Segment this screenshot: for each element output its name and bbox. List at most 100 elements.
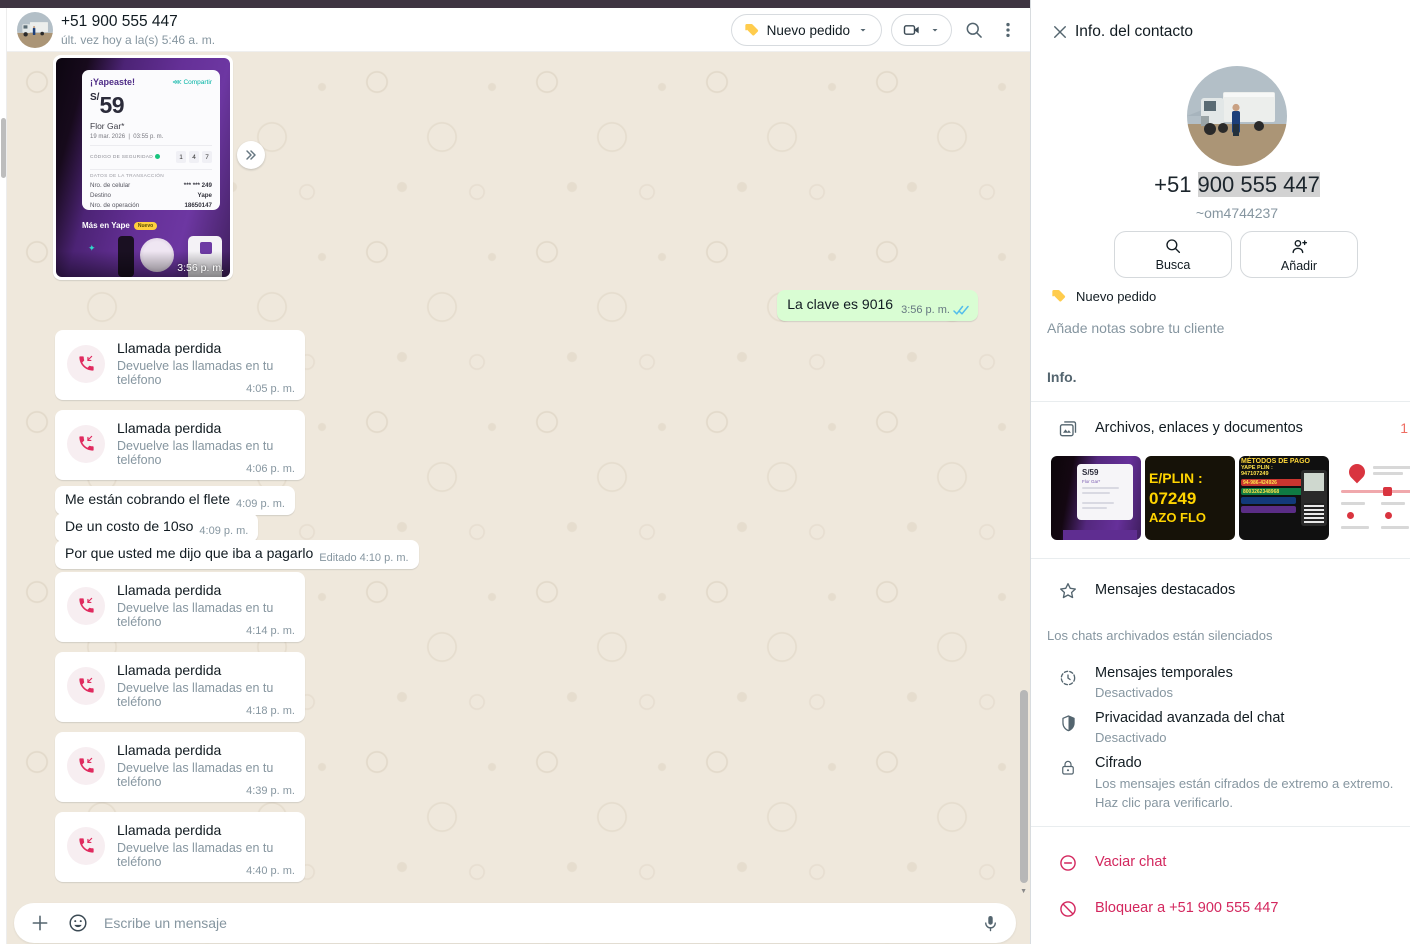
receipt-share-link: ⋘ Compartir <box>172 78 212 86</box>
receipt-datetime: 19 mar. 2026 | 03:55 p. m. <box>90 134 212 146</box>
message-text: Por que usted me dijo que iba a pagarlo <box>65 545 313 561</box>
outgoing-message[interactable]: La clave es 9016 3:56 p. m. <box>777 290 978 321</box>
incoming-message[interactable]: Por que usted me dijo que iba a pagarlo E… <box>55 540 419 569</box>
order-label-text: Nuevo pedido <box>767 23 850 38</box>
chat-message-list[interactable]: ¡Yapeaste! ⋘ Compartir S/59 Flor Gar* 19… <box>7 52 1030 944</box>
missed-call-title: Llamada perdida <box>117 340 293 356</box>
minus-circle-icon <box>1057 852 1079 874</box>
search-chat-button[interactable]: Busca <box>1114 231 1232 278</box>
lock-icon <box>1057 757 1079 779</box>
receipt-security-digits: 1 4 7 <box>176 151 212 163</box>
chat-header[interactable]: +51 900 555 447 últ. vez hoy a la(s) 5:4… <box>7 8 1030 52</box>
missed-call-message[interactable]: Llamada perdida Devuelve las llamadas en… <box>55 410 305 480</box>
chat-list-scrollbar-track[interactable] <box>0 8 7 944</box>
message-text: La clave es 9016 <box>787 296 893 312</box>
search-icon[interactable] <box>962 18 986 42</box>
message-timestamp: 4:09 p. m. <box>236 498 285 510</box>
image-message[interactable]: ¡Yapeaste! ⋘ Compartir S/59 Flor Gar* 19… <box>53 55 233 280</box>
message-timestamp: 4:06 p. m. <box>246 463 295 475</box>
video-camera-icon <box>902 20 922 40</box>
yape-receipt-photo: ¡Yapeaste! ⋘ Compartir S/59 Flor Gar* 19… <box>56 58 230 277</box>
missed-call-icon <box>67 667 105 705</box>
clear-chat-row[interactable]: Vaciar chat <box>1031 852 1410 880</box>
encryption-row[interactable]: Cifrado Los mensajes están cifrados de e… <box>1031 753 1410 817</box>
message-timestamp: 4:18 p. m. <box>246 705 295 717</box>
receipt-payee: Flor Gar* <box>90 121 212 131</box>
starred-messages-row[interactable]: Mensajes destacados <box>1031 580 1410 606</box>
timer-icon <box>1057 667 1079 689</box>
receipt-security-label: CÓDIGO DE SEGURIDAD <box>90 154 160 160</box>
receipt-transaction-label: DATOS DE LA TRANSACCIÓN <box>90 169 212 179</box>
emoji-icon[interactable] <box>66 911 90 935</box>
last-seen-status: últ. vez hoy a la(s) 5:46 a. m. <box>61 33 215 47</box>
message-timestamp: 4:05 p. m. <box>246 383 295 395</box>
label-tag-icon <box>744 22 760 38</box>
incoming-message[interactable]: De un costo de 10so 4:09 p. m. <box>55 513 258 542</box>
media-thumbnails: S/59 Flor Gar* E/PLIN : 07249 AZO FLO MÉ… <box>1051 456 1410 540</box>
contact-phone-number[interactable]: +51 900 555 447 <box>1047 172 1410 198</box>
star-icon <box>1057 580 1079 602</box>
message-timestamp: Editado 4:10 p. m. <box>319 552 408 564</box>
media-links-docs-row[interactable]: Archivos, enlaces y documentos 1 <box>1031 418 1410 448</box>
shield-icon <box>1057 712 1079 734</box>
panel-title: Info. del contacto <box>1075 23 1193 41</box>
attach-plus-icon[interactable] <box>28 911 52 935</box>
add-contact-button[interactable]: Añadir <box>1240 231 1358 278</box>
archived-muted-note: Los chats archivados están silenciados <box>1047 628 1272 643</box>
read-receipt-icon <box>953 305 969 316</box>
order-label-dropdown[interactable]: Nuevo pedido <box>731 14 882 46</box>
message-timestamp: 4:39 p. m. <box>246 785 295 797</box>
forward-button[interactable] <box>237 141 265 169</box>
receipt-row: Nro. de celular*** *** 249 <box>90 182 212 189</box>
chat-title[interactable]: +51 900 555 447 <box>61 13 178 31</box>
message-timestamp: 3:56 p. m. <box>901 304 950 316</box>
receipt-row: DestinoYape <box>90 192 212 199</box>
missed-call-message[interactable]: Llamada perdida Devuelve las llamadas en… <box>55 652 305 722</box>
chat-list-scrollbar-thumb[interactable] <box>1 118 6 178</box>
menu-kebab-icon[interactable] <box>996 18 1020 42</box>
block-icon <box>1057 898 1079 920</box>
close-icon[interactable] <box>1049 21 1071 43</box>
chat-scrollbar-thumb[interactable] <box>1020 690 1028 883</box>
chat-area: +51 900 555 447 últ. vez hoy a la(s) 5:4… <box>7 8 1030 944</box>
contact-info-panel: Info. del contacto +51 900 555 447 ~om47… <box>1030 0 1410 944</box>
scroll-down-arrow[interactable]: ▼ <box>1020 888 1027 895</box>
receipt-title: ¡Yapeaste! <box>90 77 135 87</box>
disappearing-messages-row[interactable]: Mensajes temporales Desactivados <box>1031 663 1410 705</box>
message-text: De un costo de 10so <box>65 518 193 534</box>
incoming-message[interactable]: Me están cobrando el flete 4:09 p. m. <box>55 486 295 515</box>
missed-call-icon <box>67 747 105 785</box>
missed-call-icon <box>67 827 105 865</box>
selected-text: 900 555 447 <box>1198 172 1320 197</box>
media-thumbnail-plin[interactable]: E/PLIN : 07249 AZO FLO <box>1145 456 1235 540</box>
message-timestamp: 4:09 p. m. <box>199 525 248 537</box>
message-text: Me están cobrando el flete <box>65 491 230 507</box>
info-section-label: Info. <box>1047 369 1077 385</box>
contact-avatar-large[interactable] <box>1187 66 1287 166</box>
order-label-chip[interactable]: Nuevo pedido <box>1051 288 1156 304</box>
receipt-amount: 59 <box>99 92 124 118</box>
missed-call-icon <box>67 425 105 463</box>
contact-push-name: ~om4744237 <box>1047 205 1410 221</box>
receipt-row: Nro. de operación18650147 <box>90 202 212 209</box>
media-count: 1 <box>1400 420 1408 436</box>
receipt-footer: Más en YapeNuevo <box>82 221 157 230</box>
customer-notes-input[interactable]: Añade notas sobre tu cliente <box>1047 320 1224 336</box>
contact-avatar-small[interactable] <box>17 12 53 48</box>
media-thumbnail-tracking[interactable] <box>1333 456 1410 540</box>
video-call-dropdown[interactable] <box>891 14 952 46</box>
media-thumbnail-metodos-pago[interactable]: MÉTODOS DE PAGO YAPE PLIN : 947107249 94… <box>1239 456 1329 540</box>
whatsapp-window: +51 900 555 447 últ. vez hoy a la(s) 5:4… <box>0 0 1410 944</box>
mic-icon[interactable] <box>978 911 1002 935</box>
advanced-privacy-row[interactable]: Privacidad avanzada del chat Desactivado <box>1031 708 1410 750</box>
message-composer[interactable]: Escribe un mensaje <box>14 903 1016 943</box>
missed-call-message[interactable]: Llamada perdida Devuelve las llamadas en… <box>55 812 305 882</box>
message-input[interactable]: Escribe un mensaje <box>104 915 964 931</box>
message-timestamp: 4:14 p. m. <box>246 625 295 637</box>
media-thumbnail-receipt[interactable]: S/59 Flor Gar* <box>1051 456 1141 540</box>
missed-call-message[interactable]: Llamada perdida Devuelve las llamadas en… <box>55 732 305 802</box>
block-contact-row[interactable]: Bloquear a +51 900 555 447 <box>1031 898 1410 926</box>
missed-call-message[interactable]: Llamada perdida Devuelve las llamadas en… <box>55 330 305 400</box>
message-timestamp: 4:40 p. m. <box>246 865 295 877</box>
missed-call-message[interactable]: Llamada perdida Devuelve las llamadas en… <box>55 572 305 642</box>
